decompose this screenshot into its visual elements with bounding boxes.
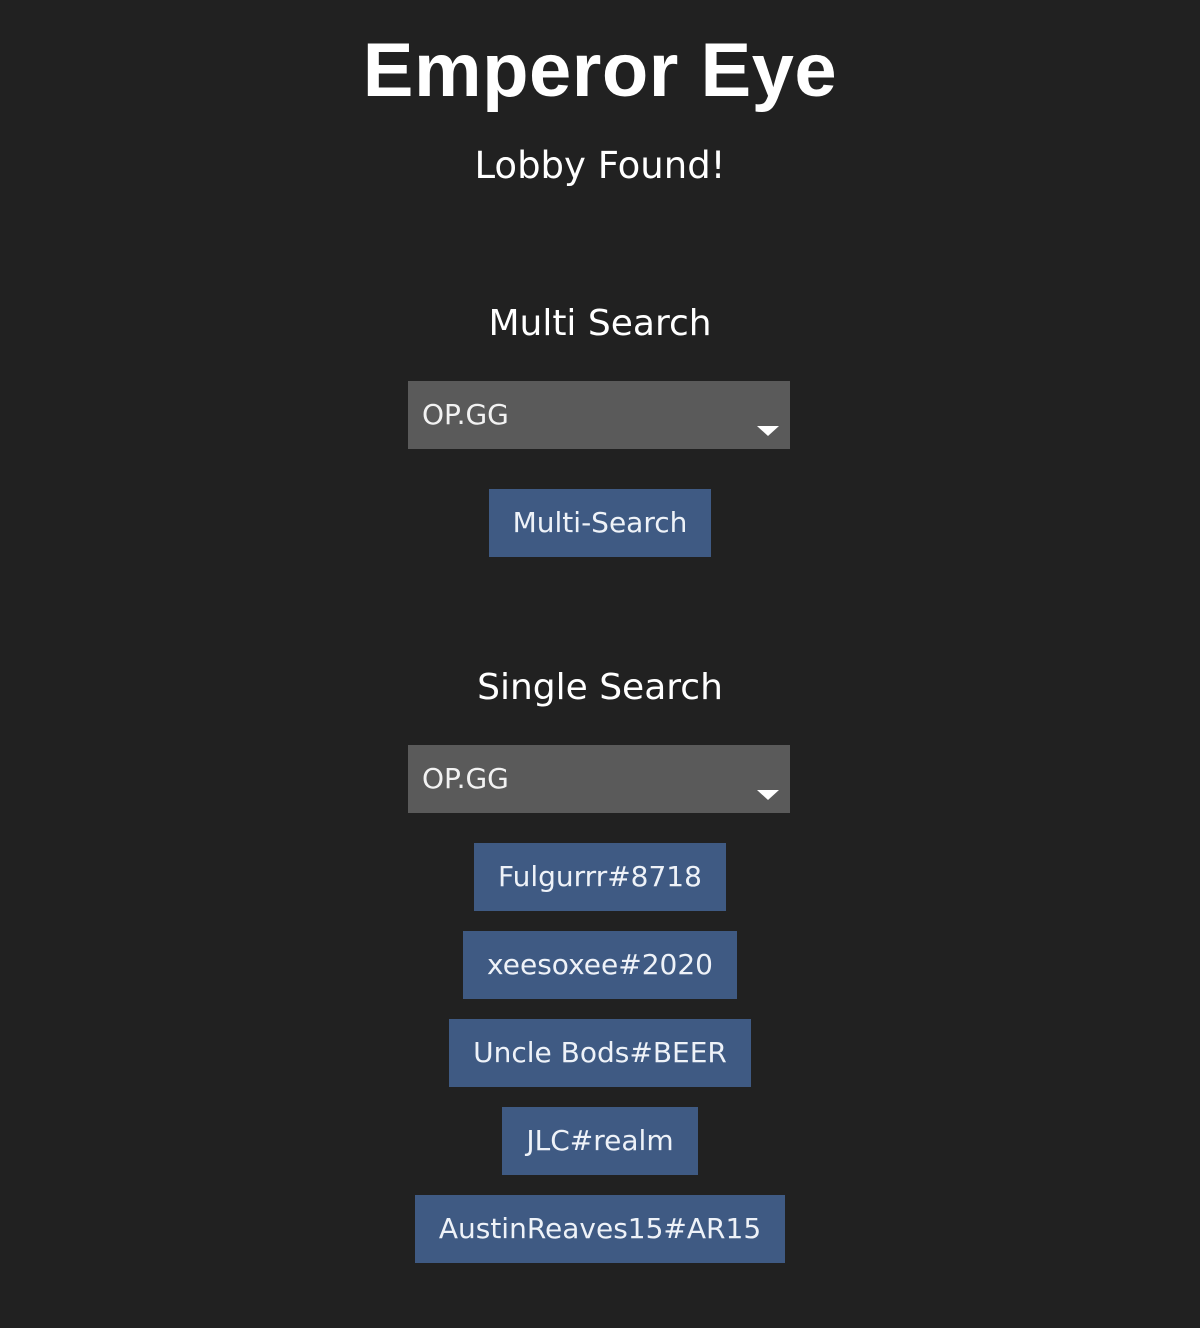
player-search-button[interactable]: Uncle Bods#BEER bbox=[449, 1019, 751, 1087]
player-button-row: Uncle Bods#BEER bbox=[0, 1019, 1200, 1087]
single-search-heading: Single Search bbox=[477, 667, 723, 708]
player-search-button[interactable]: Fulgurrr#8718 bbox=[474, 843, 726, 911]
player-button-row: Fulgurrr#8718 bbox=[0, 843, 1200, 911]
player-button-row: xeesoxee#2020 bbox=[0, 931, 1200, 999]
multi-search-button[interactable]: Multi-Search bbox=[488, 489, 712, 557]
player-search-button[interactable]: xeesoxee#2020 bbox=[463, 931, 737, 999]
player-button-row: AustinReaves15#AR15 bbox=[0, 1195, 1200, 1263]
multi-search-heading: Multi Search bbox=[488, 303, 712, 344]
player-search-button[interactable]: JLC#realm bbox=[502, 1107, 698, 1175]
multi-search-site-select[interactable]: OP.GG bbox=[408, 381, 790, 449]
app-title: Emperor Eye bbox=[362, 28, 838, 113]
chevron-down-icon bbox=[757, 790, 779, 800]
player-search-button[interactable]: AustinReaves15#AR15 bbox=[414, 1195, 786, 1263]
single-search-site-value: OP.GG bbox=[422, 762, 509, 795]
lobby-status: Lobby Found! bbox=[474, 144, 726, 187]
chevron-down-icon bbox=[757, 426, 779, 436]
single-search-site-select[interactable]: OP.GG bbox=[408, 745, 790, 813]
multi-search-button-row: Multi-Search bbox=[0, 489, 1200, 557]
player-button-row: JLC#realm bbox=[0, 1107, 1200, 1175]
multi-search-site-value: OP.GG bbox=[422, 398, 509, 431]
